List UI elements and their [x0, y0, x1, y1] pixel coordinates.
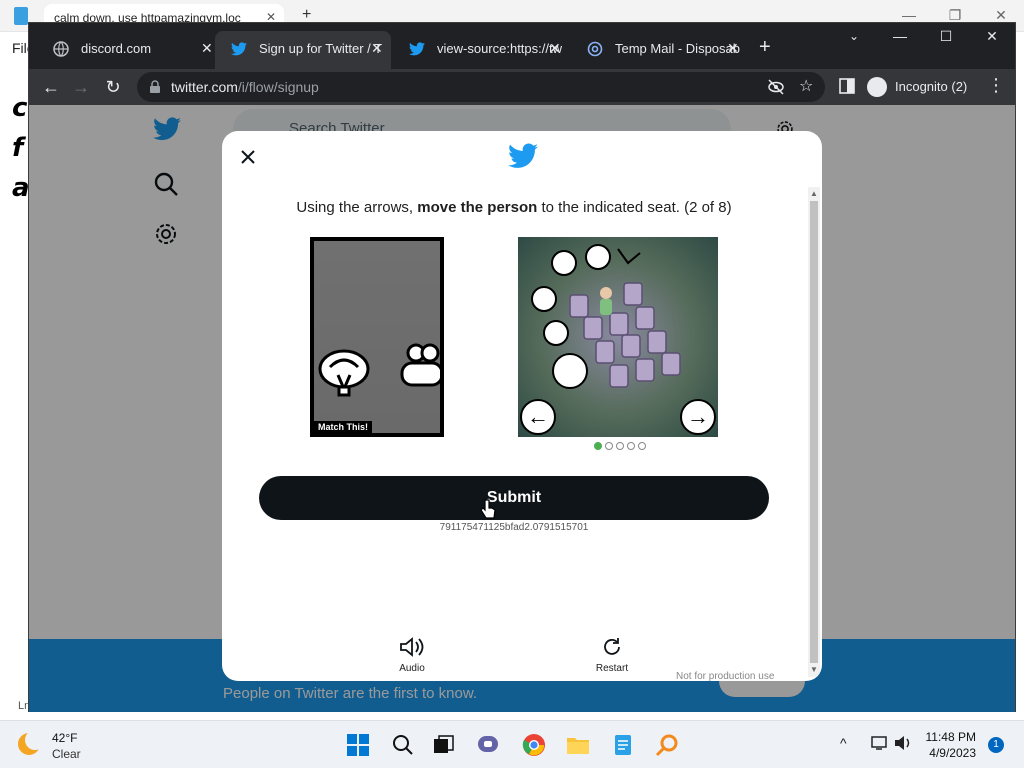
lock-icon[interactable]: [149, 80, 161, 99]
match-this-label: Match This!: [314, 421, 373, 433]
system-clock[interactable]: 11:48 PM 4/9/2023: [918, 729, 976, 761]
notepad-icon: [14, 7, 28, 25]
tab-title: Temp Mail - Disposab: [615, 41, 740, 56]
close-tab-icon[interactable]: ✕: [201, 40, 213, 57]
weather-temp: 42°F: [52, 731, 78, 745]
tab-temp-mail[interactable]: Temp Mail - Disposab ✕: [571, 31, 747, 69]
start-windows-icon[interactable]: [344, 731, 372, 759]
progress-dot: [594, 442, 602, 450]
audio-button[interactable]: Audio: [382, 636, 442, 674]
progress-dot: [616, 442, 624, 450]
side-panel-icon[interactable]: [839, 78, 857, 96]
search-icon[interactable]: [389, 731, 417, 759]
arrow-right-button[interactable]: →: [680, 399, 716, 435]
captcha-puzzle-image: ← →: [518, 237, 718, 437]
puzzle-progress-dots: [594, 442, 646, 450]
browser-toolbar: ← → ↻ twitter.com/i/flow/signup ☆ Incogn…: [29, 69, 1015, 105]
task-view-icon[interactable]: [430, 731, 458, 759]
progress-dot: [627, 442, 635, 450]
progress-dot: [638, 442, 646, 450]
submit-button[interactable]: Submit: [259, 476, 769, 520]
arrow-left-button[interactable]: ←: [520, 399, 556, 435]
close-icon[interactable]: [238, 147, 258, 167]
minimize-icon[interactable]: —: [877, 23, 923, 51]
forward-icon[interactable]: →: [69, 75, 93, 99]
speaker-icon: [382, 636, 442, 661]
incognito-profile-button[interactable]: Incognito (2): [859, 72, 977, 102]
notepad-line: a: [12, 173, 30, 203]
more-menu-icon[interactable]: ⋮: [987, 75, 1005, 96]
back-icon[interactable]: ←: [39, 75, 63, 99]
globe-icon: [53, 41, 69, 57]
refresh-icon: [582, 636, 642, 661]
twitter-icon: [231, 41, 247, 57]
incognito-label: Incognito (2): [895, 79, 968, 94]
tab-title: Sign up for Twitter / T: [259, 41, 383, 56]
close-tab-icon[interactable]: ✕: [727, 40, 739, 57]
close-tab-icon[interactable]: ✕: [549, 40, 561, 57]
clock-time: 11:48 PM: [925, 730, 976, 744]
scroll-down-icon[interactable]: ▼: [810, 665, 818, 674]
modal-scrollbar[interactable]: ▲ ▼: [808, 187, 820, 677]
tab-discord[interactable]: discord.com ✕: [37, 31, 213, 69]
notepad-icon[interactable]: [609, 731, 637, 759]
bookmark-star-icon[interactable]: ☆: [799, 78, 817, 96]
target-image-area: Match This!: [314, 241, 440, 433]
chevron-up-icon[interactable]: ^: [840, 735, 847, 751]
notepad-text[interactable]: c f a: [12, 88, 30, 208]
audio-label: Audio: [399, 663, 425, 674]
notepad-line: f: [12, 133, 24, 163]
twitter-logo-icon: [508, 143, 538, 174]
chevron-down-icon[interactable]: ⌄: [849, 29, 859, 43]
reload-icon[interactable]: ↻: [101, 75, 125, 99]
moon-icon: [18, 730, 45, 755]
incognito-icon: [867, 77, 887, 97]
hand-cursor-icon: [480, 499, 496, 524]
teams-chat-icon[interactable]: [475, 731, 503, 759]
not-for-production-note: Not for production use: [676, 671, 775, 681]
tab-view-source[interactable]: view-source:https://tw ✕: [393, 31, 569, 69]
signup-captcha-modal: Using the arrows, move the person to the…: [222, 131, 822, 681]
address-bar[interactable]: twitter.com/i/flow/signup ☆: [137, 72, 825, 102]
chrome-icon[interactable]: [520, 731, 548, 759]
tab-title: view-source:https://tw: [437, 41, 562, 56]
notification-badge[interactable]: 1: [988, 737, 1004, 753]
tab-strip: discord.com ✕ Sign up for Twitter / T ✕ …: [29, 23, 1015, 69]
url-text: twitter.com/i/flow/signup: [171, 79, 319, 95]
url-host: twitter.com: [171, 79, 238, 95]
close-window-icon[interactable]: ✕: [969, 23, 1015, 51]
notepad-line: c: [12, 93, 28, 123]
captcha-target-image: Match This!: [310, 237, 444, 437]
network-icon[interactable]: [870, 735, 888, 754]
clock-date: 4/9/2023: [929, 746, 976, 760]
taskbar: 42°F Clear ^ 11:48 PM 4/9/2023 1: [0, 720, 1024, 768]
maximize-icon[interactable]: ☐: [923, 23, 969, 51]
instruction-suffix: to the indicated seat. (2 of 8): [537, 199, 732, 216]
instruction-bold: move the person: [417, 199, 538, 216]
captcha-instruction: Using the arrows, move the person to the…: [222, 199, 806, 216]
progress-dot: [605, 442, 613, 450]
new-tab-button[interactable]: +: [759, 36, 771, 59]
volume-icon[interactable]: [894, 735, 912, 754]
twitter-icon: [409, 41, 425, 57]
file-explorer-icon[interactable]: [564, 731, 592, 759]
search-tool-icon[interactable]: [653, 731, 681, 759]
chrome-window-controls: — ☐ ✕: [877, 23, 1015, 51]
at-icon: [587, 41, 603, 57]
tab-twitter-signup[interactable]: Sign up for Twitter / T ✕: [215, 31, 391, 69]
eye-off-icon[interactable]: [767, 78, 785, 96]
url-path: /i/flow/signup: [237, 79, 319, 95]
instruction-prefix: Using the arrows,: [296, 199, 418, 216]
weather-condition: Clear: [52, 747, 81, 761]
tab-title: discord.com: [81, 41, 152, 56]
restart-button[interactable]: Restart: [582, 636, 642, 674]
scroll-up-icon[interactable]: ▲: [810, 189, 818, 198]
restart-label: Restart: [595, 663, 629, 674]
target-icons-drawing: [318, 343, 440, 397]
session-code: 791175471125bfad2.0791515701: [439, 522, 589, 533]
scrollbar-thumb[interactable]: [810, 201, 818, 663]
close-tab-icon[interactable]: ✕: [371, 40, 383, 57]
